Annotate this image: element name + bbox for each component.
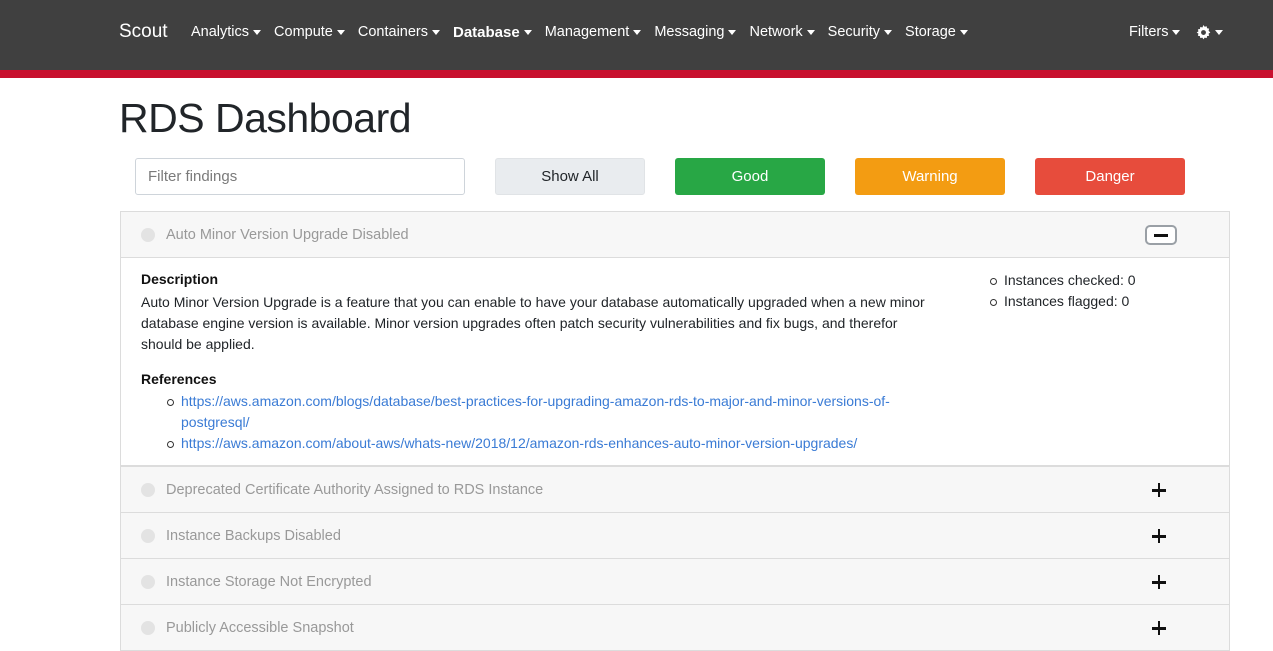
expand-plus-icon[interactable] <box>1152 483 1166 497</box>
expand-plus-icon[interactable] <box>1152 575 1166 589</box>
brand-logo[interactable]: Scout <box>119 21 168 43</box>
finding-panel: Deprecated Certificate Authority Assigne… <box>120 466 1230 513</box>
finding-stats: Instances checked: 0 Instances flagged: … <box>990 270 1136 312</box>
nav-item-label: Containers <box>357 24 428 40</box>
chevron-down-icon <box>1215 29 1224 35</box>
finding-panel: Auto Minor Version Upgrade Disabled Desc… <box>120 211 1230 466</box>
nav-right: Filters <box>1129 22 1224 42</box>
nav-item-security[interactable]: Security <box>827 24 893 40</box>
finding-header[interactable]: Publicly Accessible Snapshot <box>121 605 1229 650</box>
nav-item-compute[interactable]: Compute <box>274 24 345 40</box>
nav-item-label: Management <box>544 24 630 40</box>
filters-label: Filters <box>1129 24 1169 40</box>
nav-item-label: Compute <box>274 24 333 40</box>
finding-panel: Instance Storage Not Encrypted <box>120 558 1230 605</box>
reference-link[interactable]: https://aws.amazon.com/about-aws/whats-n… <box>181 435 857 451</box>
description-heading: Description <box>141 271 219 287</box>
status-dot-icon <box>141 228 155 242</box>
chevron-down-icon <box>959 29 968 35</box>
chevron-down-icon <box>1172 29 1181 35</box>
list-item: https://aws.amazon.com/blogs/database/be… <box>167 391 921 433</box>
nav-item-containers[interactable]: Containers <box>358 24 440 40</box>
settings-menu[interactable] <box>1196 24 1224 40</box>
chevron-down-icon <box>523 29 532 35</box>
list-item: https://aws.amazon.com/about-aws/whats-n… <box>167 433 921 454</box>
nav-item-database[interactable]: Database <box>453 24 532 41</box>
navbar-accent-stripe <box>0 70 1273 78</box>
status-dot-icon <box>141 575 155 589</box>
nav-item-label: Messaging <box>654 24 725 40</box>
reference-link[interactable]: https://aws.amazon.com/blogs/database/be… <box>181 393 890 430</box>
danger-filter-button[interactable]: Danger <box>1035 158 1185 195</box>
finding-header[interactable]: Auto Minor Version Upgrade Disabled <box>121 212 1229 257</box>
status-dot-icon <box>141 621 155 635</box>
references-list: https://aws.amazon.com/blogs/database/be… <box>167 391 921 454</box>
finding-panel: Instance Backups Disabled <box>120 512 1230 559</box>
finding-title: Auto Minor Version Upgrade Disabled <box>166 227 409 243</box>
nav-item-label: Security <box>827 24 881 40</box>
chevron-down-icon <box>884 29 893 35</box>
expand-plus-icon[interactable] <box>1152 621 1166 635</box>
finding-header[interactable]: Deprecated Certificate Authority Assigne… <box>121 467 1229 512</box>
finding-title: Deprecated Certificate Authority Assigne… <box>166 482 544 498</box>
chevron-down-icon <box>432 29 440 35</box>
chevron-down-icon <box>253 29 262 35</box>
nav-item-messaging[interactable]: Messaging <box>654 24 737 40</box>
page-title: RDS Dashboard <box>119 95 412 141</box>
status-dot-icon <box>141 483 155 497</box>
finding-header[interactable]: Instance Storage Not Encrypted <box>121 559 1229 604</box>
show-all-button[interactable]: Show All <box>495 158 645 195</box>
references-heading: References <box>141 371 217 387</box>
nav-item-label: Storage <box>905 24 956 40</box>
chevron-down-icon <box>728 29 737 35</box>
warning-filter-button[interactable]: Warning <box>855 158 1005 195</box>
chevron-down-icon <box>806 29 815 35</box>
finding-details: Description Auto Minor Version Upgrade i… <box>121 257 1229 465</box>
status-dot-icon <box>141 529 155 543</box>
filters-menu[interactable]: Filters <box>1129 24 1181 40</box>
chevron-down-icon <box>633 29 642 35</box>
nav-item-label: Network <box>749 24 803 40</box>
filter-findings-input[interactable] <box>135 158 465 195</box>
finding-title: Instance Storage Not Encrypted <box>166 574 372 590</box>
good-filter-button[interactable]: Good <box>675 158 825 195</box>
instances-flagged: Instances flagged: 0 <box>990 291 1136 312</box>
finding-header[interactable]: Instance Backups Disabled <box>121 513 1229 558</box>
nav-item-network[interactable]: Network <box>749 24 815 40</box>
collapse-button[interactable] <box>1145 225 1177 245</box>
nav-item-management[interactable]: Management <box>545 24 642 40</box>
nav-item-analytics[interactable]: Analytics <box>191 24 262 40</box>
nav-menu: Analytics Compute Containers Database Ma… <box>191 22 981 42</box>
finding-panel: Publicly Accessible Snapshot <box>120 604 1230 651</box>
chevron-down-icon <box>336 29 345 35</box>
instances-checked: Instances checked: 0 <box>990 270 1136 291</box>
nav-item-label: Analytics <box>191 24 250 40</box>
finding-title: Instance Backups Disabled <box>166 528 341 544</box>
gear-icon <box>1197 24 1211 39</box>
finding-title: Publicly Accessible Snapshot <box>166 620 354 636</box>
nav-item-storage[interactable]: Storage <box>905 24 968 40</box>
nav-item-label: Database <box>453 23 520 41</box>
top-navbar: Scout Analytics Compute Containers Datab… <box>0 0 1273 70</box>
expand-plus-icon[interactable] <box>1152 529 1166 543</box>
description-text: Auto Minor Version Upgrade is a feature … <box>141 294 925 352</box>
